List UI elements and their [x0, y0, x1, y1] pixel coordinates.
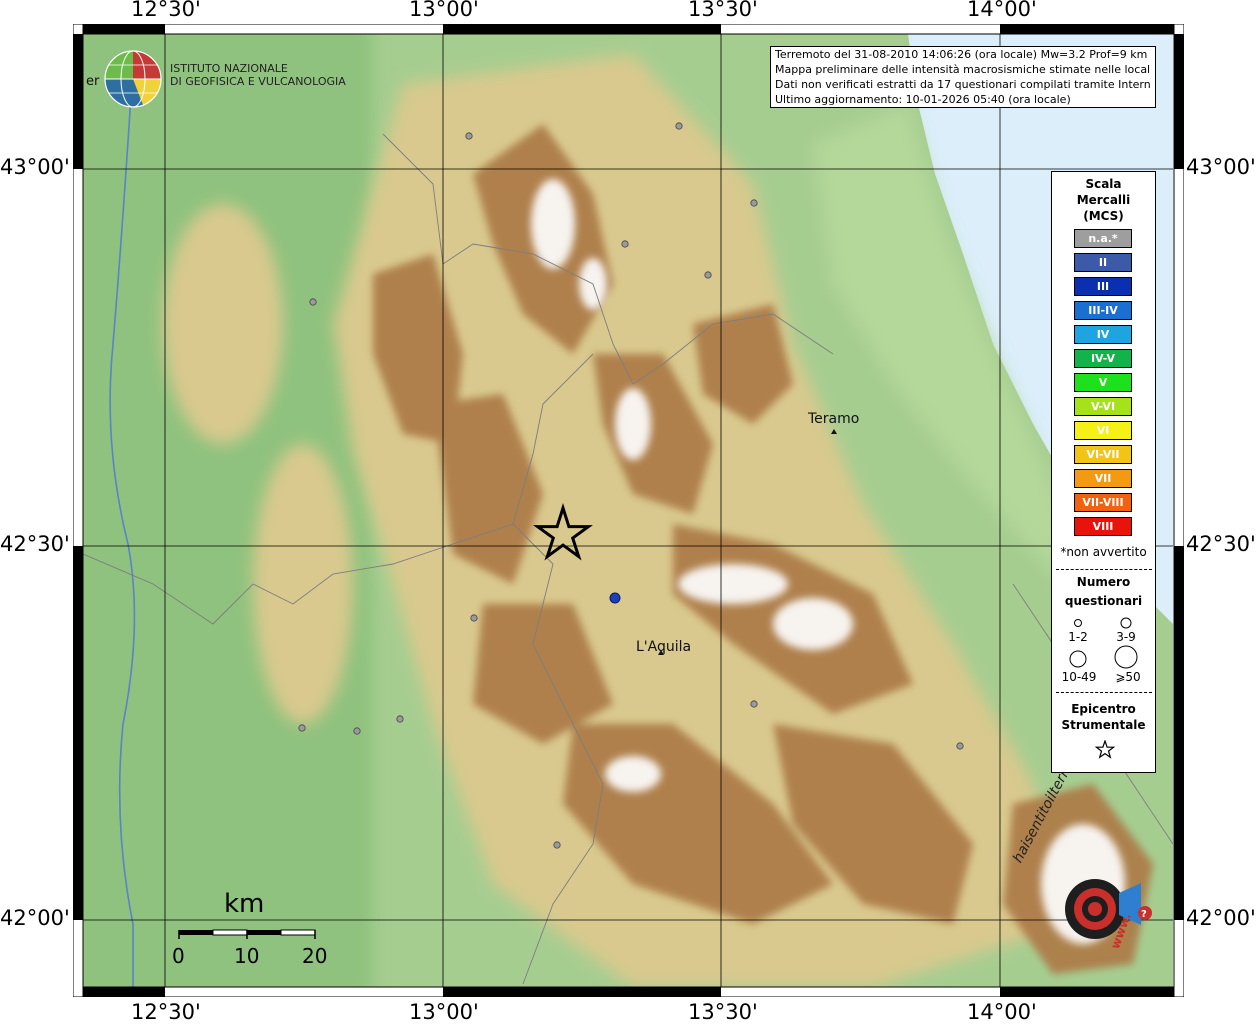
legend-swatch: III: [1074, 277, 1132, 296]
legend-note: *non avvertito: [1060, 545, 1147, 559]
lat-label-right-2: 42°30': [1186, 532, 1256, 556]
locality-dot: [470, 614, 478, 622]
locality-dot: [465, 132, 473, 140]
legend-divider: [1056, 569, 1152, 570]
lat-label-right-3: 42°00': [1186, 906, 1256, 930]
count-label-3: 10-49: [1061, 670, 1097, 684]
locality-dot: [621, 240, 629, 248]
lat-label-left-1: 43°00': [0, 155, 70, 179]
legend-star-icon: [1095, 740, 1115, 759]
event-info-line2: Mappa preliminare delle intensità macros…: [775, 63, 1151, 76]
scalebar-unit: km: [224, 889, 265, 919]
legend-title-2: Mercalli: [1076, 193, 1131, 207]
lon-label-top-1: 12°30': [131, 0, 201, 21]
lon-label-bottom-1: 12°30': [131, 1000, 201, 1024]
count-label-1: 1-2: [1068, 630, 1088, 644]
locality-dot: [704, 271, 712, 279]
legend-swatch: II: [1074, 253, 1132, 272]
legend-epi-title-2: Strumentale: [1061, 718, 1146, 732]
legend-divider: [1056, 692, 1152, 693]
locality-dot: [309, 298, 317, 306]
lon-label-top-4: 14°00': [967, 0, 1037, 21]
ingv-logo-line1: ISTITUTO NAZIONALE: [170, 62, 288, 75]
legend-count-title-1: Numero: [1076, 575, 1131, 589]
legend-count-title-2: questionari: [1064, 594, 1143, 608]
lon-label-top-2: 13°00': [409, 0, 479, 21]
mcs-legend: Scala Mercalli (MCS) n.a.* II III III-IV IV I…: [1051, 171, 1156, 773]
svg-text:?: ?: [1141, 909, 1147, 920]
legend-swatch: IV: [1074, 325, 1132, 344]
lat-label-left-2: 42°30': [0, 532, 70, 556]
place-laquila: L'Aquila: [636, 639, 692, 655]
lon-label-bottom-4: 14°00': [967, 1000, 1037, 1024]
ingv-logo-icon: [104, 50, 162, 108]
legend-swatch: VII-VIII: [1074, 493, 1132, 512]
lat-label-left-3: 42°00': [0, 906, 70, 930]
legend-epi-title-1: Epicentro: [1071, 702, 1136, 716]
ingv-logo-line2: DI GEOFISICA E VULCANOLOGIA: [170, 75, 346, 88]
place-teramo: Teramo: [808, 411, 860, 427]
logo-prefix: er: [86, 74, 100, 89]
lat-label-right-1: 43°00': [1186, 155, 1256, 179]
ingv-logo-text: ISTITUTO NAZIONALE DI GEOFISICA E VULCAN…: [170, 62, 346, 88]
legend-swatch: VI: [1074, 421, 1132, 440]
lon-label-bottom-2: 13°00': [409, 1000, 479, 1024]
locality-dot: [353, 727, 361, 735]
lon-label-top-3: 13°30': [688, 0, 758, 21]
event-info-box: Terremoto del 31-08-2010 14:06:26 (ora l…: [770, 46, 1156, 108]
locality-dot: [675, 122, 683, 130]
locality-dot: [396, 715, 404, 723]
event-info-line3: Dati non verificati estratti da 17 quest…: [775, 78, 1151, 91]
count-label-2: 3-9: [1116, 630, 1136, 644]
legend-swatch: IV-V: [1074, 349, 1132, 368]
legend-title-3: (MCS): [1083, 209, 1124, 223]
legend-swatch: VII: [1074, 469, 1132, 488]
event-info-line4: Ultimo aggiornamento: 10-01-2026 05:40 (…: [775, 93, 1071, 106]
legend-swatch: V: [1074, 373, 1132, 392]
event-info-line1: Terremoto del 31-08-2010 14:06:26 (ora l…: [775, 48, 1148, 61]
locality-dot: [750, 199, 758, 207]
legend-swatch: VI-VII: [1074, 445, 1132, 464]
locality-dot: [956, 742, 964, 750]
legend-swatch: V-VI: [1074, 397, 1132, 416]
scalebar-tick-10: 10: [234, 944, 260, 968]
intensity-point: [609, 592, 621, 604]
lon-label-bottom-3: 13°30': [688, 1000, 758, 1024]
scalebar-tick-0: 0: [172, 944, 185, 968]
legend-title-1: Scala: [1085, 177, 1122, 191]
legend-swatch: n.a.*: [1074, 229, 1132, 248]
count-label-4: ⩾50: [1115, 670, 1141, 684]
scalebar-tick-20: 20: [302, 944, 328, 968]
locality-dot: [553, 841, 561, 849]
locality-dot: [298, 724, 306, 732]
locality-dot: [750, 700, 758, 708]
legend-swatch: III-IV: [1074, 301, 1132, 320]
legend-swatch: VIII: [1074, 517, 1132, 536]
